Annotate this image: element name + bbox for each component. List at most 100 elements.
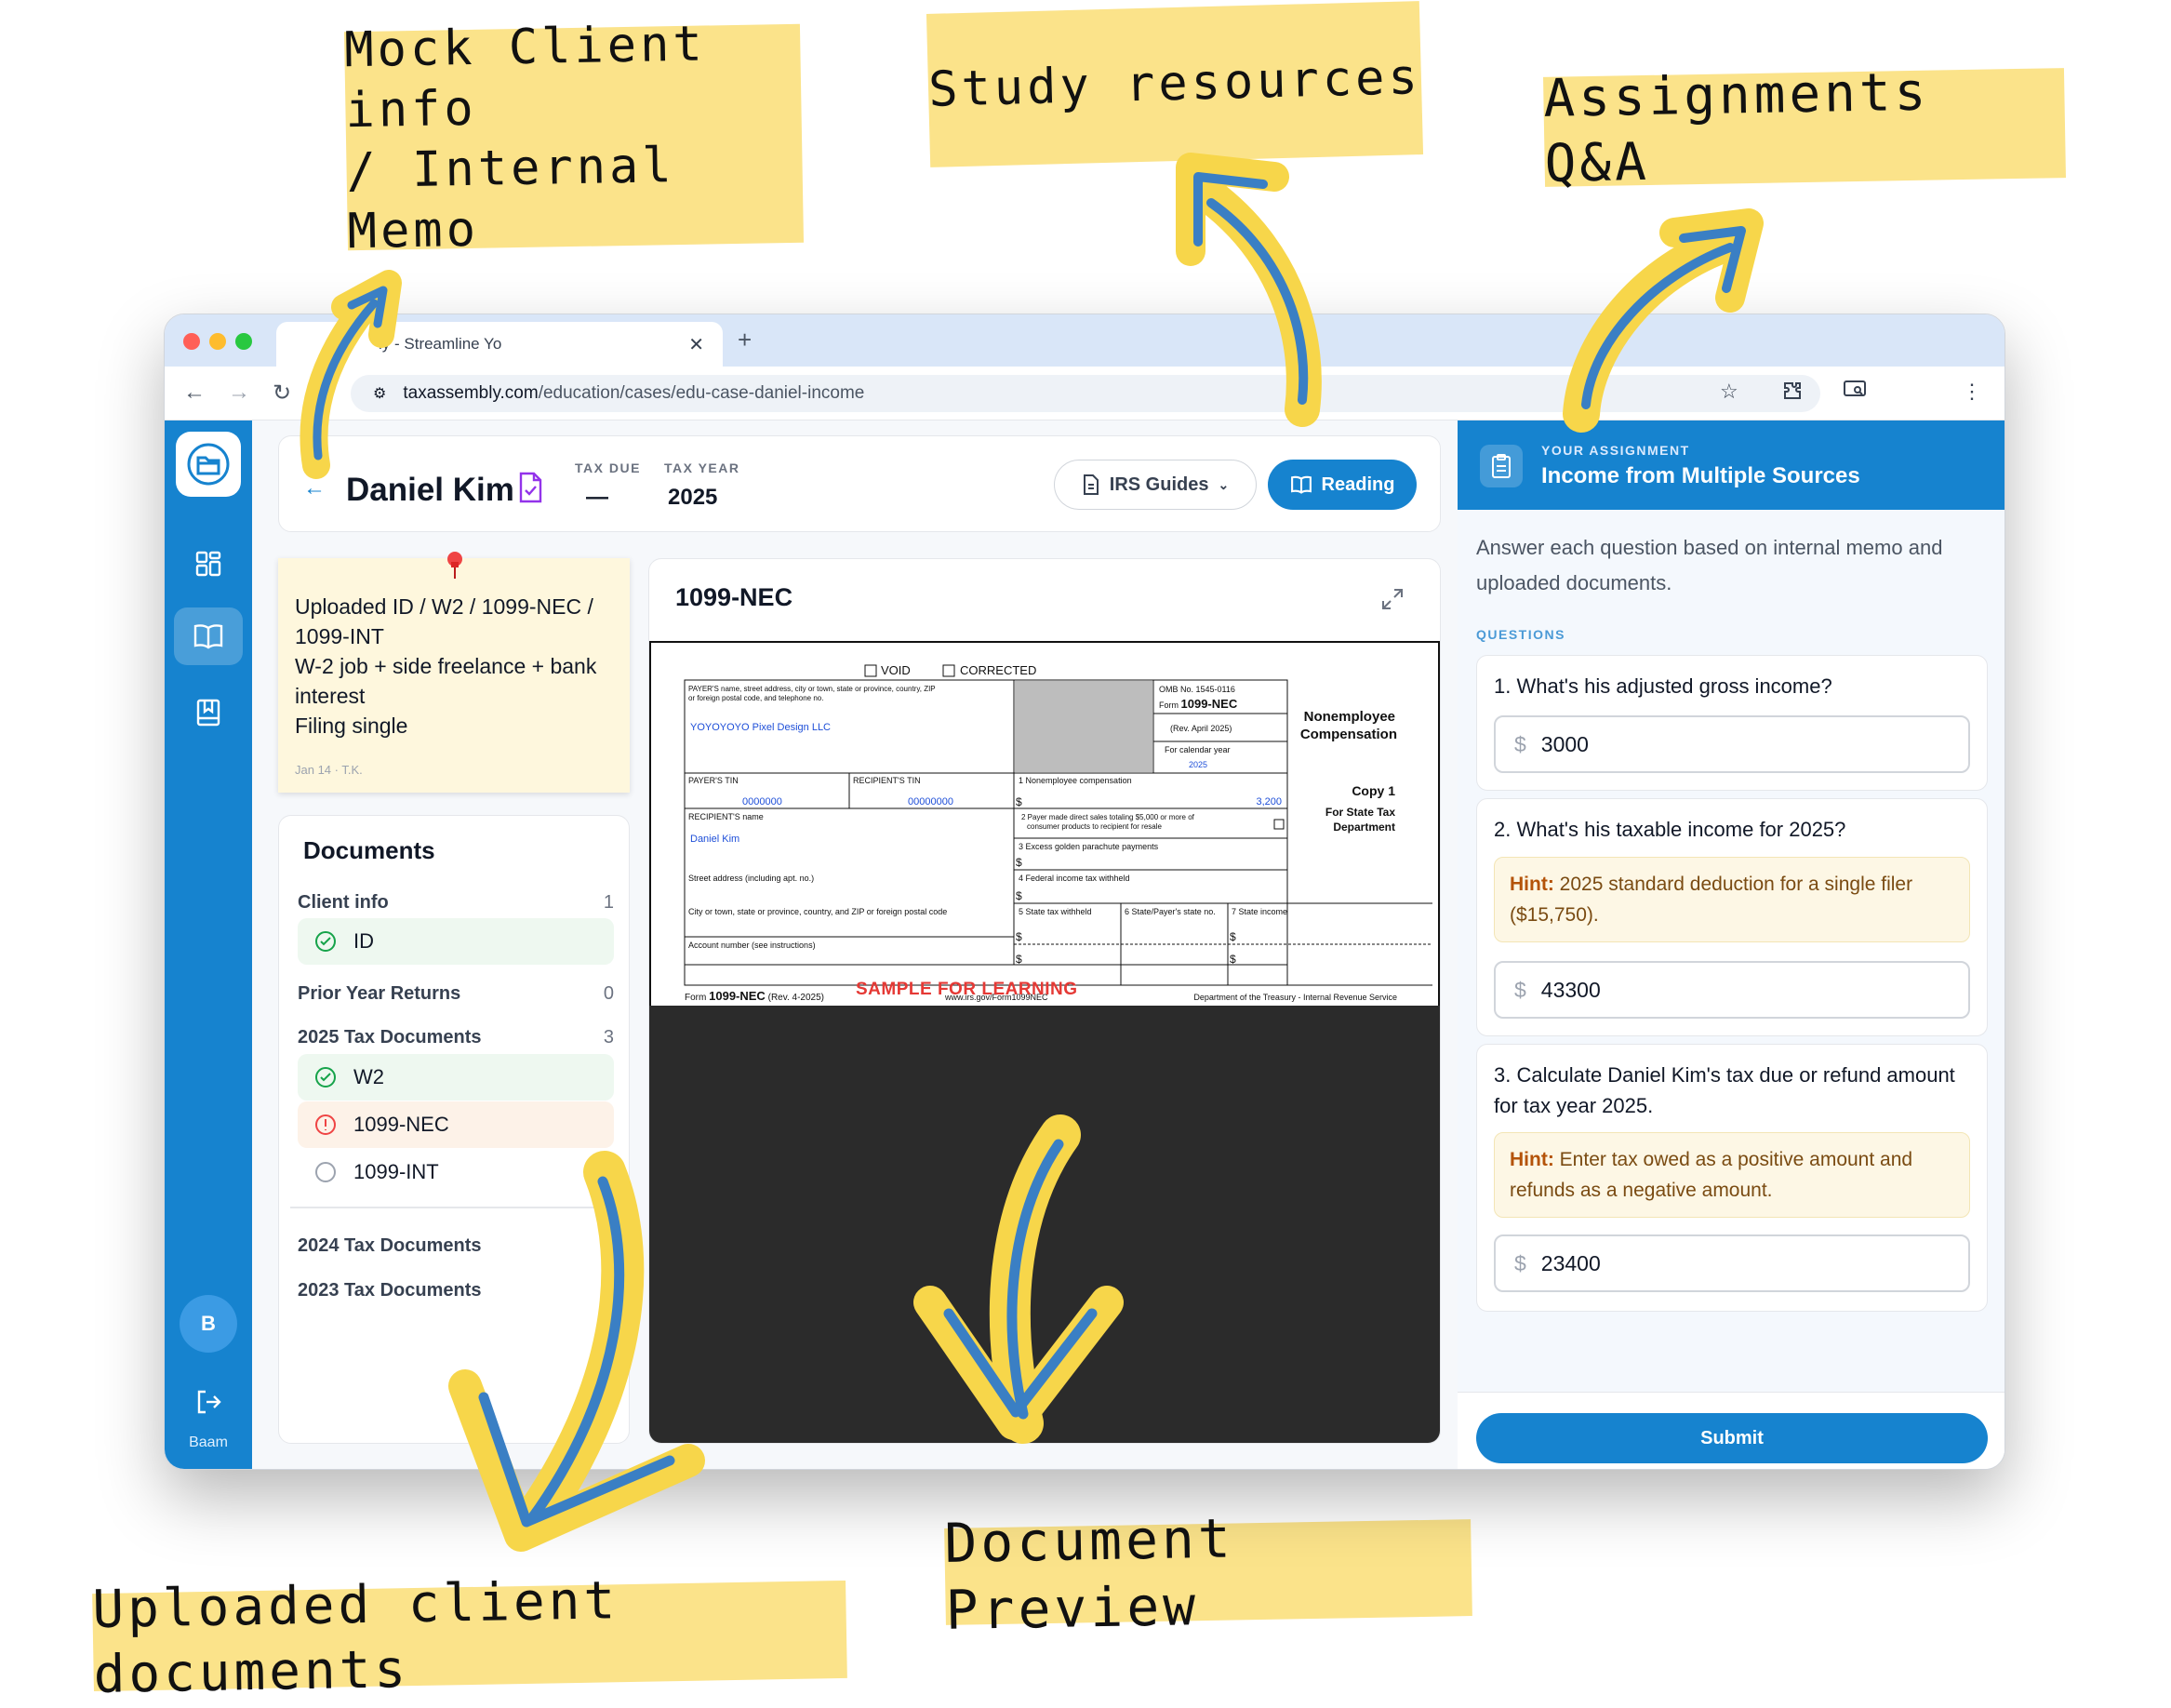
close-tab-icon[interactable]: ✕ [688, 333, 704, 356]
form-street-label: Street address (including apt. no.) [688, 874, 814, 883]
document-item-1099-nec[interactable]: 1099-NEC [298, 1101, 614, 1148]
submit-button[interactable]: Submit [1476, 1413, 1988, 1463]
case-header: ← Daniel Kim TAX DUE — TAX YEAR 2025 IRS… [278, 435, 1441, 532]
form-recipient-name: Daniel Kim [690, 834, 739, 845]
form-corrected: CORRECTED [960, 663, 1036, 677]
tax-year-value: 2025 [668, 485, 718, 510]
answer-value: 3000 [1540, 731, 1589, 756]
document-check-icon[interactable] [517, 472, 543, 508]
memo-line: W-2 job + side freelance + bank interest [295, 654, 597, 708]
maximize-window-dot[interactable] [235, 333, 252, 350]
irs-guides-button[interactable]: IRS Guides ⌄ [1054, 460, 1257, 510]
answer-value: 23400 [1540, 1250, 1601, 1275]
check-circle-icon [315, 1067, 336, 1088]
side-rail: B Baam [165, 420, 252, 1469]
close-window-dot[interactable] [183, 333, 200, 350]
form-dollar: $ [1016, 795, 1022, 808]
currency-symbol: $ [1514, 977, 1526, 1002]
preview-title: 1099-NEC [675, 583, 793, 611]
form-footer-name: 1099-NEC [709, 989, 766, 1003]
cast-icon[interactable] [1843, 380, 1867, 406]
logout-icon [197, 1390, 221, 1414]
expand-icon[interactable] [1380, 587, 1405, 616]
callout-uploaded: Uploaded client documents [92, 1570, 847, 1705]
tax-year-label: TAX YEAR [664, 460, 740, 475]
nav-dashboard[interactable] [174, 535, 243, 593]
tax-due-value: — [586, 485, 608, 510]
nav-education[interactable] [174, 607, 243, 665]
url-domain: taxassembly.com [403, 383, 539, 403]
arrow-uploaded [448, 1151, 705, 1552]
nav-library[interactable] [174, 684, 243, 741]
reading-button[interactable]: Reading [1268, 460, 1417, 510]
more-vertical-icon[interactable]: ⋮ [1962, 380, 1982, 404]
form-payer-tin-label: PAYER'S TIN [688, 776, 739, 785]
document-label: ID [353, 929, 374, 953]
hint-label: Hint: [1510, 1149, 1554, 1170]
question-card-2: 2. What's his taxable income for 2025? H… [1476, 798, 1988, 1036]
bookmark-icon [196, 699, 220, 727]
callout-preview-text: Document Preview [943, 1506, 1235, 1642]
back-arrow-icon[interactable]: ← [183, 380, 206, 406]
form-dollar: $ [1016, 889, 1022, 902]
assignment-intro: Answer each question based on internal m… [1476, 536, 1943, 594]
hint-text: Enter tax owed as a positive amount and … [1510, 1149, 1913, 1201]
callout-assignments-text: Assignments Q&A [1542, 61, 1930, 194]
question-card-3: 3. Calculate Daniel Kim's tax due or ref… [1476, 1044, 1988, 1312]
question-text: 3. Calculate Daniel Kim's tax due or ref… [1494, 1063, 1955, 1117]
category-2025[interactable]: 2025 Tax Documents 3 [298, 1027, 614, 1048]
irs-guides-label: IRS Guides [1109, 474, 1209, 495]
form-copy-sub2: Department [1333, 821, 1395, 834]
answer-input-1[interactable]: $ 3000 [1494, 715, 1970, 773]
puzzle-icon[interactable] [1781, 380, 1804, 407]
arrow-study [1176, 153, 1322, 427]
form-dollar: $ [1016, 856, 1022, 869]
category-prior-year[interactable]: Prior Year Returns 0 [298, 983, 614, 1005]
user-name: Baam [189, 1434, 228, 1450]
form-calendar-year: 2025 [1189, 760, 1207, 769]
form-account-label: Account number (see instructions) [688, 941, 816, 950]
hint-box: Hint: Enter tax owed as a positive amoun… [1494, 1132, 1970, 1218]
form-form-label: Form [1159, 701, 1179, 710]
form-box6-label: 6 State/Payer's state no. [1125, 907, 1216, 916]
form-box3-label: 3 Excess golden parachute payments [1019, 842, 1159, 851]
document-item-w2[interactable]: W2 [298, 1054, 614, 1101]
form-footer-form: Form [685, 993, 706, 1003]
memo-text: Uploaded ID / W2 / 1099-NEC / 1099-INT W… [295, 592, 617, 741]
callout-uploaded-text: Uploaded client documents [91, 1569, 619, 1705]
form-box2-label: 2 Payer made direct sales totaling $5,00… [1021, 813, 1195, 831]
question-text: 2. What's his taxable income for 2025? [1494, 818, 1846, 841]
forward-arrow-icon[interactable]: → [228, 380, 250, 406]
memo-line: Uploaded ID / W2 / 1099-NEC / 1099-INT [295, 594, 593, 648]
callout-client-info: Mock Client info / Internal Memo [344, 16, 805, 260]
currency-symbol: $ [1514, 731, 1526, 756]
logout-button[interactable] [174, 1373, 243, 1431]
answer-input-2[interactable]: $ 43300 [1494, 961, 1970, 1019]
new-tab-icon[interactable]: + [738, 326, 752, 354]
submit-bar: Submit [1458, 1392, 2005, 1469]
avatar[interactable]: B [180, 1295, 237, 1353]
svg-text:Form 1099-NEC: Form 1099-NEC [1159, 697, 1238, 711]
category-count: 3 [603, 1027, 614, 1047]
answer-input-3[interactable]: $ 23400 [1494, 1234, 1970, 1292]
tax-due-label: TAX DUE [575, 460, 641, 475]
reading-label: Reading [1321, 474, 1395, 495]
assignment-header: YOUR ASSIGNMENT Income from Multiple Sou… [1458, 420, 2005, 510]
form-title-line1: Nonemployee [1304, 709, 1395, 725]
memo-meta: Jan 14 · T.K. [295, 763, 363, 777]
svg-text:Form 1099-NEC (Rev. 4-2025): Form 1099-NEC (Rev. 4-2025) [685, 989, 824, 1003]
form-title-line2: Compensation [1300, 727, 1397, 742]
document-icon [1083, 474, 1099, 495]
book-open-icon [193, 624, 223, 649]
form-payer-name: YOYOYOYO Pixel Design LLC [690, 722, 831, 733]
minimize-window-dot[interactable] [209, 333, 226, 350]
category-client-info[interactable]: Client info 1 [298, 892, 614, 914]
form-recipient-name-label: RECIPIENT'S name [688, 812, 764, 821]
form-name: 1099-NEC [1181, 697, 1238, 711]
form-dollar: $ [1016, 953, 1022, 966]
form-payer-tin: 0000000 [742, 796, 782, 807]
folder-logo-icon[interactable] [176, 432, 241, 497]
callout-study: Study resources [926, 1, 1424, 167]
sample-watermark: SAMPLE FOR LEARNING [856, 980, 1078, 999]
document-item-id[interactable]: ID [298, 918, 614, 965]
